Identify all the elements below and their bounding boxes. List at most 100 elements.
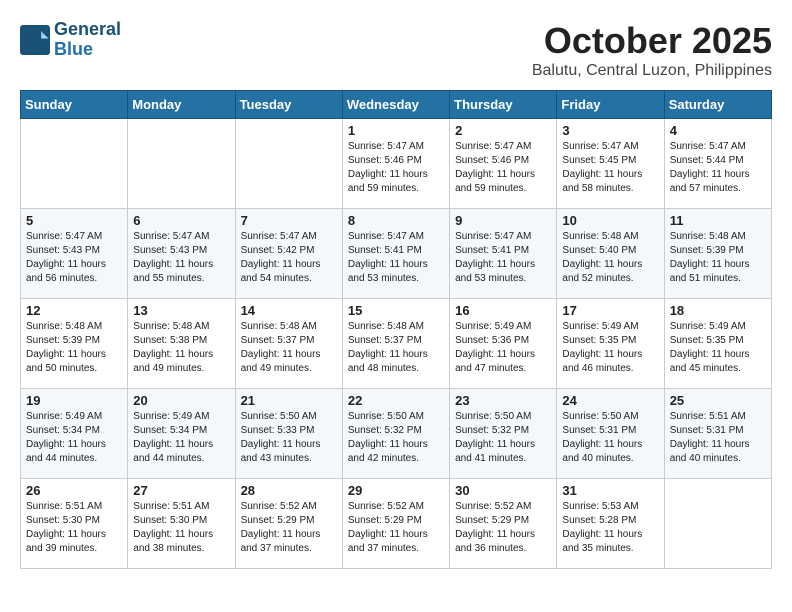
calendar-cell: 21 Sunrise: 5:50 AMSunset: 5:33 PMDayligh… bbox=[235, 389, 342, 479]
calendar-cell: 9 Sunrise: 5:47 AMSunset: 5:41 PMDaylight… bbox=[450, 209, 557, 299]
day-number: 14 bbox=[241, 303, 337, 318]
day-number: 20 bbox=[133, 393, 229, 408]
week-row-4: 19 Sunrise: 5:49 AMSunset: 5:34 PMDayligh… bbox=[21, 389, 772, 479]
calendar-cell bbox=[235, 119, 342, 209]
weekday-header-monday: Monday bbox=[128, 91, 235, 119]
calendar-cell: 4 Sunrise: 5:47 AMSunset: 5:44 PMDaylight… bbox=[664, 119, 771, 209]
calendar-cell: 3 Sunrise: 5:47 AMSunset: 5:45 PMDaylight… bbox=[557, 119, 664, 209]
day-number: 5 bbox=[26, 213, 122, 228]
logo-line1: General bbox=[54, 19, 121, 39]
day-info: Sunrise: 5:49 AMSunset: 5:36 PMDaylight:… bbox=[455, 320, 551, 376]
day-info: Sunrise: 5:52 AMSunset: 5:29 PMDaylight:… bbox=[241, 500, 337, 556]
weekday-header-thursday: Thursday bbox=[450, 91, 557, 119]
header: General Blue October 2025 Balutu, Centra… bbox=[20, 20, 772, 80]
day-number: 24 bbox=[562, 393, 658, 408]
month-title: October 2025 bbox=[532, 20, 772, 62]
day-number: 11 bbox=[670, 213, 766, 228]
day-number: 3 bbox=[562, 123, 658, 138]
calendar-cell: 25 Sunrise: 5:51 AMSunset: 5:31 PMDayligh… bbox=[664, 389, 771, 479]
calendar-table: SundayMondayTuesdayWednesdayThursdayFrid… bbox=[20, 90, 772, 569]
day-number: 17 bbox=[562, 303, 658, 318]
day-number: 13 bbox=[133, 303, 229, 318]
day-info: Sunrise: 5:47 AMSunset: 5:41 PMDaylight:… bbox=[348, 230, 444, 286]
day-number: 18 bbox=[670, 303, 766, 318]
calendar-cell: 5 Sunrise: 5:47 AMSunset: 5:43 PMDaylight… bbox=[21, 209, 128, 299]
logo-text: General Blue bbox=[54, 20, 121, 60]
calendar-cell: 6Sunrise: 5:47 AMSunset: 5:43 PMDaylight… bbox=[128, 209, 235, 299]
day-info: Sunrise: 5:47 AMSunset: 5:46 PMDaylight:… bbox=[455, 140, 551, 196]
day-info: Sunrise: 5:50 AMSunset: 5:32 PMDaylight:… bbox=[455, 410, 551, 466]
calendar-cell: 27Sunrise: 5:51 AMSunset: 5:30 PMDayligh… bbox=[128, 479, 235, 569]
day-number: 7 bbox=[241, 213, 337, 228]
calendar-cell: 24 Sunrise: 5:50 AMSunset: 5:31 PMDayligh… bbox=[557, 389, 664, 479]
day-number: 1 bbox=[348, 123, 444, 138]
day-info: Sunrise: 5:49 AMSunset: 5:35 PMDaylight:… bbox=[670, 320, 766, 376]
calendar-cell bbox=[664, 479, 771, 569]
week-row-1: 1 Sunrise: 5:47 AMSunset: 5:46 PMDaylight… bbox=[21, 119, 772, 209]
weekday-header-wednesday: Wednesday bbox=[342, 91, 449, 119]
day-number: 4 bbox=[670, 123, 766, 138]
calendar-cell: 22 Sunrise: 5:50 AMSunset: 5:32 PMDayligh… bbox=[342, 389, 449, 479]
day-number: 26 bbox=[26, 483, 122, 498]
calendar-cell bbox=[21, 119, 128, 209]
calendar-cell: 18 Sunrise: 5:49 AMSunset: 5:35 PMDayligh… bbox=[664, 299, 771, 389]
weekday-header-friday: Friday bbox=[557, 91, 664, 119]
day-number: 16 bbox=[455, 303, 551, 318]
day-number: 21 bbox=[241, 393, 337, 408]
calendar-cell: 28Sunrise: 5:52 AMSunset: 5:29 PMDayligh… bbox=[235, 479, 342, 569]
logo: General Blue bbox=[20, 20, 121, 60]
day-info: Sunrise: 5:51 AMSunset: 5:31 PMDaylight:… bbox=[670, 410, 766, 466]
logo-icon bbox=[20, 25, 50, 55]
title-area: October 2025 Balutu, Central Luzon, Phil… bbox=[532, 20, 772, 80]
calendar-cell: 29 Sunrise: 5:52 AMSunset: 5:29 PMDayligh… bbox=[342, 479, 449, 569]
calendar-cell: 8Sunrise: 5:47 AMSunset: 5:41 PMDaylight… bbox=[342, 209, 449, 299]
day-info: Sunrise: 5:50 AMSunset: 5:33 PMDaylight:… bbox=[241, 410, 337, 466]
day-info: Sunrise: 5:49 AMSunset: 5:35 PMDaylight:… bbox=[562, 320, 658, 376]
location-title: Balutu, Central Luzon, Philippines bbox=[532, 62, 772, 80]
day-info: Sunrise: 5:49 AMSunset: 5:34 PMDaylight:… bbox=[26, 410, 122, 466]
calendar-cell: 26 Sunrise: 5:51 AMSunset: 5:30 PMDayligh… bbox=[21, 479, 128, 569]
day-info: Sunrise: 5:52 AMSunset: 5:29 PMDaylight:… bbox=[348, 500, 444, 556]
weekday-header-saturday: Saturday bbox=[664, 91, 771, 119]
day-number: 23 bbox=[455, 393, 551, 408]
week-row-5: 26 Sunrise: 5:51 AMSunset: 5:30 PMDayligh… bbox=[21, 479, 772, 569]
day-info: Sunrise: 5:48 AMSunset: 5:39 PMDaylight:… bbox=[670, 230, 766, 286]
day-number: 19 bbox=[26, 393, 122, 408]
day-info: Sunrise: 5:48 AMSunset: 5:40 PMDaylight:… bbox=[562, 230, 658, 286]
weekday-header-row: SundayMondayTuesdayWednesdayThursdayFrid… bbox=[21, 91, 772, 119]
day-info: Sunrise: 5:50 AMSunset: 5:32 PMDaylight:… bbox=[348, 410, 444, 466]
calendar-cell: 11 Sunrise: 5:48 AMSunset: 5:39 PMDayligh… bbox=[664, 209, 771, 299]
day-number: 29 bbox=[348, 483, 444, 498]
day-info: Sunrise: 5:47 AMSunset: 5:44 PMDaylight:… bbox=[670, 140, 766, 196]
day-number: 30 bbox=[455, 483, 551, 498]
day-info: Sunrise: 5:47 AMSunset: 5:45 PMDaylight:… bbox=[562, 140, 658, 196]
day-info: Sunrise: 5:50 AMSunset: 5:31 PMDaylight:… bbox=[562, 410, 658, 466]
day-info: Sunrise: 5:48 AMSunset: 5:38 PMDaylight:… bbox=[133, 320, 229, 376]
day-number: 9 bbox=[455, 213, 551, 228]
day-number: 27 bbox=[133, 483, 229, 498]
day-info: Sunrise: 5:47 AMSunset: 5:43 PMDaylight:… bbox=[133, 230, 229, 286]
calendar-cell: 15 Sunrise: 5:48 AMSunset: 5:37 PMDayligh… bbox=[342, 299, 449, 389]
calendar-cell: 13 Sunrise: 5:48 AMSunset: 5:38 PMDayligh… bbox=[128, 299, 235, 389]
weekday-header-sunday: Sunday bbox=[21, 91, 128, 119]
day-number: 12 bbox=[26, 303, 122, 318]
day-info: Sunrise: 5:47 AMSunset: 5:46 PMDaylight:… bbox=[348, 140, 444, 196]
day-info: Sunrise: 5:53 AMSunset: 5:28 PMDaylight:… bbox=[562, 500, 658, 556]
day-number: 10 bbox=[562, 213, 658, 228]
day-number: 2 bbox=[455, 123, 551, 138]
day-number: 25 bbox=[670, 393, 766, 408]
day-number: 22 bbox=[348, 393, 444, 408]
calendar-cell: 14 Sunrise: 5:48 AMSunset: 5:37 PMDayligh… bbox=[235, 299, 342, 389]
day-info: Sunrise: 5:48 AMSunset: 5:39 PMDaylight:… bbox=[26, 320, 122, 376]
week-row-2: 5 Sunrise: 5:47 AMSunset: 5:43 PMDaylight… bbox=[21, 209, 772, 299]
day-info: Sunrise: 5:47 AMSunset: 5:42 PMDaylight:… bbox=[241, 230, 337, 286]
day-info: Sunrise: 5:48 AMSunset: 5:37 PMDaylight:… bbox=[348, 320, 444, 376]
day-info: Sunrise: 5:51 AMSunset: 5:30 PMDaylight:… bbox=[26, 500, 122, 556]
day-info: Sunrise: 5:52 AMSunset: 5:29 PMDaylight:… bbox=[455, 500, 551, 556]
day-info: Sunrise: 5:47 AMSunset: 5:43 PMDaylight:… bbox=[26, 230, 122, 286]
day-info: Sunrise: 5:47 AMSunset: 5:41 PMDaylight:… bbox=[455, 230, 551, 286]
day-info: Sunrise: 5:48 AMSunset: 5:37 PMDaylight:… bbox=[241, 320, 337, 376]
weekday-header-tuesday: Tuesday bbox=[235, 91, 342, 119]
day-number: 15 bbox=[348, 303, 444, 318]
logo-line2: Blue bbox=[54, 39, 93, 59]
